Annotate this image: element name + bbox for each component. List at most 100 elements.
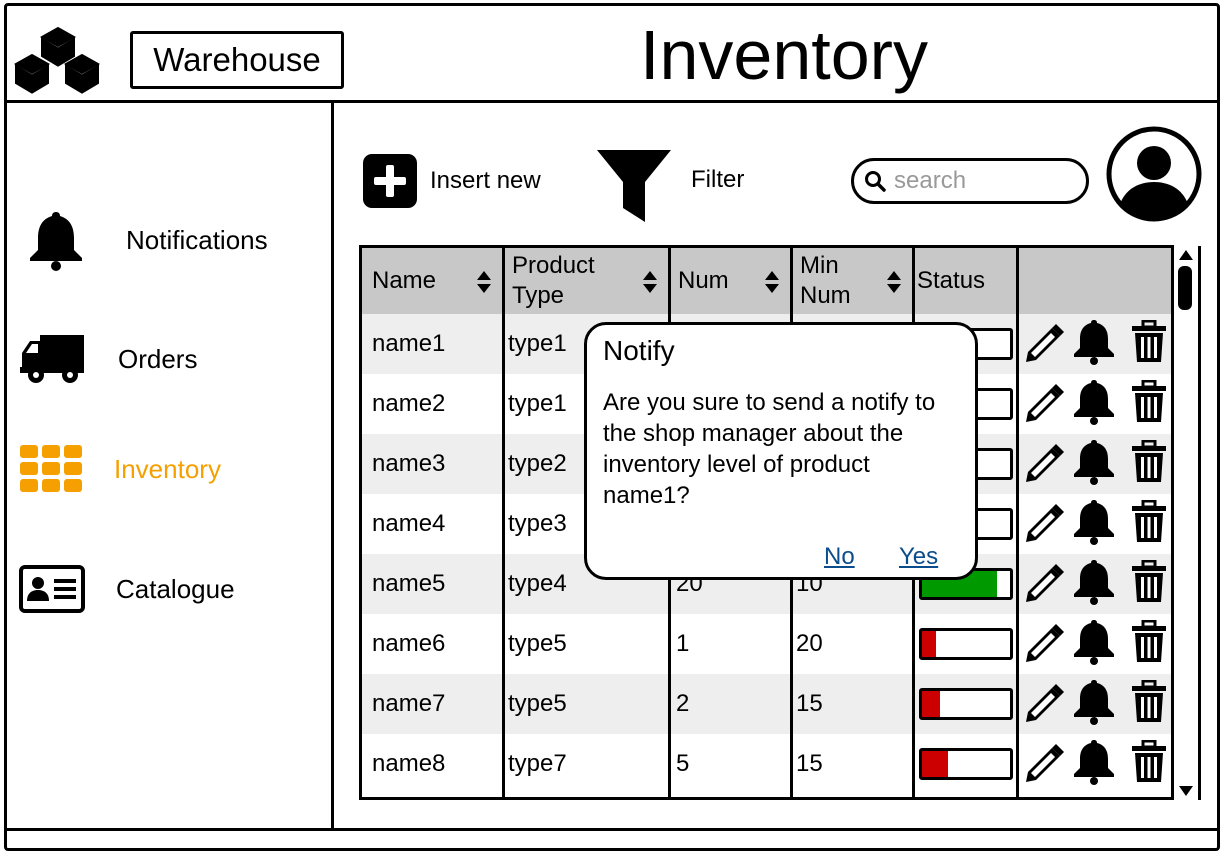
- notify-button[interactable]: [1072, 558, 1116, 611]
- notify-button[interactable]: [1072, 678, 1116, 731]
- delete-button[interactable]: [1130, 739, 1168, 789]
- edit-pencil-icon: [1026, 444, 1064, 482]
- cell-name: name2: [372, 390, 446, 417]
- status-level-bar: [919, 628, 1013, 660]
- status-level-fill: [922, 631, 937, 657]
- cell-num: 5: [676, 750, 690, 777]
- cell-name: name8: [372, 750, 446, 777]
- status-level-bar: [919, 748, 1013, 780]
- delete-trash-icon: [1132, 439, 1166, 482]
- cell-type: type7: [508, 750, 567, 777]
- column-header-label: Name: [372, 267, 437, 294]
- edit-button[interactable]: [1022, 742, 1066, 791]
- cell-name: name5: [372, 570, 446, 597]
- filter-button[interactable]: Filter: [595, 148, 744, 224]
- no-button[interactable]: No: [824, 543, 855, 571]
- delete-trash-icon: [1132, 499, 1166, 542]
- delete-button[interactable]: [1130, 319, 1168, 369]
- edit-pencil-icon: [1026, 504, 1064, 542]
- sort-icon[interactable]: [642, 270, 658, 294]
- sidebar-item-notifications[interactable]: Notifications: [24, 208, 268, 272]
- header: Warehouse Inventory: [4, 3, 1220, 103]
- cell-name: name6: [372, 630, 446, 657]
- bell-icon: [30, 212, 82, 271]
- sort-icon[interactable]: [476, 270, 492, 294]
- scroll-down-arrow-icon[interactable]: [1177, 784, 1195, 798]
- table-header: Name Product Type Num Min Num Status: [362, 248, 1171, 314]
- edit-pencil-icon: [1026, 684, 1064, 722]
- scroll-thumb[interactable]: [1178, 266, 1192, 310]
- edit-button[interactable]: [1022, 562, 1066, 611]
- delete-button[interactable]: [1130, 679, 1168, 729]
- notify-button[interactable]: [1072, 618, 1116, 671]
- delete-button[interactable]: [1130, 379, 1168, 429]
- column-header-type[interactable]: Product Type: [502, 248, 668, 314]
- yes-button[interactable]: Yes: [899, 543, 938, 571]
- sidebar-item-label: Notifications: [126, 224, 268, 255]
- cell-name: name1: [372, 330, 446, 357]
- edit-pencil-icon: [1026, 624, 1064, 662]
- sidebar-item-catalogue[interactable]: Catalogue: [18, 561, 235, 617]
- sort-icon[interactable]: [886, 270, 902, 294]
- delete-button[interactable]: [1130, 499, 1168, 549]
- status-level-fill: [922, 751, 949, 777]
- id-card-icon: [19, 565, 85, 613]
- edit-button[interactable]: [1022, 682, 1066, 731]
- delete-button[interactable]: [1130, 619, 1168, 669]
- delete-button[interactable]: [1130, 439, 1168, 489]
- insert-new-label: Insert new: [430, 167, 541, 194]
- filter-icon: [597, 150, 671, 222]
- cell-name: name7: [372, 690, 446, 717]
- sidebar-item-label: Orders: [118, 343, 198, 374]
- delete-button[interactable]: [1130, 559, 1168, 609]
- cell-num: 2: [676, 690, 690, 717]
- notify-button[interactable]: [1072, 498, 1116, 551]
- notify-bell-icon: [1074, 740, 1114, 785]
- notify-button[interactable]: [1072, 738, 1116, 791]
- grid-icon: [20, 445, 82, 492]
- cell-min-num: 15: [796, 750, 823, 777]
- table-scrollbar[interactable]: [1171, 246, 1201, 800]
- table-row[interactable]: name6 type5 1 20: [362, 614, 1171, 674]
- filter-label: Filter: [691, 166, 745, 193]
- column-header-num[interactable]: Num: [668, 248, 790, 314]
- edit-button[interactable]: [1022, 382, 1066, 431]
- notify-button[interactable]: [1072, 378, 1116, 431]
- delete-trash-icon: [1132, 619, 1166, 662]
- notify-button[interactable]: [1072, 438, 1116, 491]
- dialog-message: Are you sure to send a notify to the sho…: [603, 389, 936, 509]
- cell-status: [915, 614, 1019, 674]
- notify-button[interactable]: [1072, 318, 1116, 371]
- delete-trash-icon: [1132, 559, 1166, 602]
- notify-bell-icon: [1074, 620, 1114, 665]
- insert-new-button[interactable]: Insert new: [362, 153, 541, 209]
- delete-trash-icon: [1132, 319, 1166, 362]
- user-avatar-icon[interactable]: [1106, 126, 1202, 222]
- edit-button[interactable]: [1022, 322, 1066, 371]
- delete-trash-icon: [1132, 379, 1166, 422]
- truck-icon: [20, 335, 84, 383]
- scroll-up-arrow-icon[interactable]: [1177, 248, 1195, 262]
- sort-icon[interactable]: [764, 270, 780, 294]
- search-input[interactable]: [894, 167, 1074, 195]
- table-row[interactable]: name8 type7 5 15: [362, 734, 1171, 794]
- sidebar-item-label: Inventory: [114, 453, 221, 484]
- table-row[interactable]: name7 type5 2 15: [362, 674, 1171, 734]
- column-header-min-num[interactable]: Min Num: [790, 248, 912, 314]
- cell-num: 1: [676, 630, 690, 657]
- column-divider: [502, 248, 505, 797]
- edit-button[interactable]: [1022, 442, 1066, 491]
- edit-button[interactable]: [1022, 622, 1066, 671]
- sidebar-item-inventory[interactable]: Inventory: [18, 441, 221, 497]
- search-icon: [865, 171, 886, 192]
- column-header-label: Status: [917, 267, 986, 294]
- search-box[interactable]: [851, 158, 1089, 204]
- sidebar-item-orders[interactable]: Orders: [18, 331, 197, 387]
- boxes-logo-icon: [14, 26, 101, 94]
- notify-dialog: Notify Are you sure to send a notify to …: [584, 322, 978, 580]
- edit-button[interactable]: [1022, 502, 1066, 551]
- column-header-status: Status: [912, 248, 1016, 314]
- status-level-fill: [922, 691, 940, 717]
- column-header-name[interactable]: Name: [362, 248, 502, 314]
- status-level-bar: [919, 688, 1013, 720]
